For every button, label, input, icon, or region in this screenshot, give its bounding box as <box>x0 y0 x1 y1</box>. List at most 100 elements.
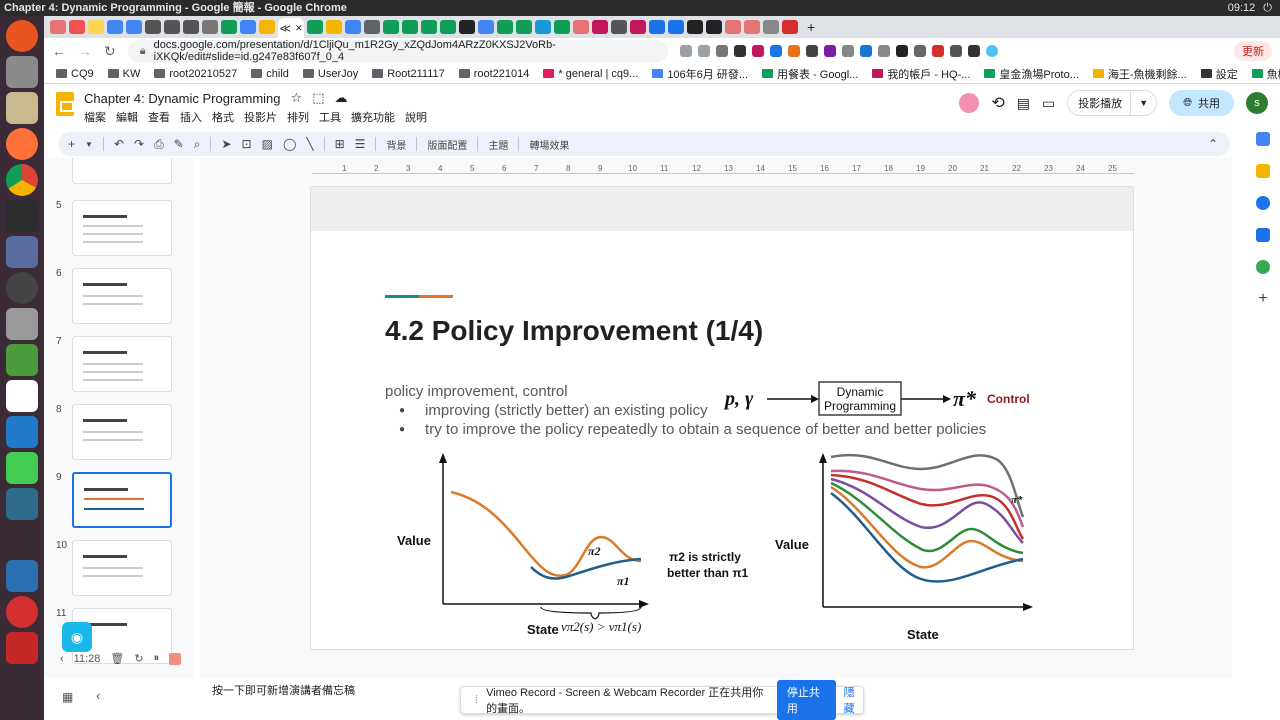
redo-icon[interactable]: ↷ <box>134 137 144 151</box>
extension-icon[interactable] <box>787 45 800 57</box>
bookmark[interactable]: * general | cq9... <box>543 68 638 80</box>
chevron-down-icon[interactable]: ▼ <box>85 140 93 149</box>
slide-thumbnail-row[interactable]: 9 <box>56 472 186 532</box>
bookmark[interactable]: root20210527 <box>154 68 237 80</box>
terminal-icon[interactable] <box>6 200 38 232</box>
tab-favicon[interactable] <box>630 20 646 34</box>
vpn-icon[interactable] <box>6 596 38 628</box>
slide-thumbnail[interactable] <box>72 268 172 324</box>
contacts-icon[interactable] <box>1256 228 1270 242</box>
tab-favicon[interactable] <box>459 20 475 34</box>
bookmark[interactable]: 皇金漁場Proto... <box>984 66 1079 82</box>
tab-favicon[interactable] <box>402 20 418 34</box>
image-icon[interactable]: ▨ <box>262 137 273 151</box>
tasks-icon[interactable] <box>1256 196 1270 210</box>
menu-extensions[interactable]: 擴充功能 <box>351 109 395 125</box>
slide[interactable]: 4.2 Policy Improvement (1/4) policy impr… <box>310 186 1134 650</box>
layout-button[interactable]: 版面配置 <box>427 137 467 152</box>
bookmark[interactable]: CQ9 <box>56 68 94 80</box>
collapse-filmstrip-icon[interactable]: ‹ <box>96 688 100 703</box>
tab-favicon[interactable] <box>88 20 104 34</box>
keep-icon[interactable] <box>1256 164 1270 178</box>
bookmark[interactable]: 海王-魚機剩餘... <box>1092 66 1187 82</box>
comments-icon[interactable]: ▤ <box>1017 95 1030 112</box>
address-bar[interactable]: 🔒︎ docs.google.com/presentation/d/1CljiQ… <box>127 39 668 63</box>
menu-slide[interactable]: 投影片 <box>244 109 277 125</box>
eyes-icon[interactable] <box>6 524 38 556</box>
tab-favicon[interactable] <box>259 20 275 34</box>
slide-thumbnail[interactable] <box>72 540 172 596</box>
slide-thumbnail-row[interactable]: 10 <box>56 540 186 600</box>
chevron-down-icon[interactable]: ▼ <box>1130 91 1156 115</box>
doc-title[interactable]: Chapter 4: Dynamic Programming <box>84 91 281 106</box>
tab-favicon[interactable] <box>69 20 85 34</box>
line-icon[interactable]: ╲ <box>306 137 313 151</box>
extension-icon[interactable] <box>895 45 908 57</box>
tab-favicon[interactable] <box>421 20 437 34</box>
bookmark[interactable]: 106年6月 研發... <box>652 66 748 82</box>
tab-favicon[interactable] <box>744 20 760 34</box>
tab-favicon[interactable] <box>516 20 532 34</box>
forward-icon[interactable]: → <box>78 43 92 59</box>
tab-favicon[interactable] <box>145 20 161 34</box>
transition-button[interactable]: 轉場效果 <box>529 137 569 152</box>
menu-insert[interactable]: 插入 <box>180 109 202 125</box>
extension-icon[interactable] <box>769 45 782 57</box>
bookmark[interactable]: KW <box>107 68 140 80</box>
tab-favicon[interactable] <box>687 20 703 34</box>
paint-format-icon[interactable]: ✎ <box>174 137 184 151</box>
slide-thumbnail-row[interactable]: 7 <box>56 336 186 396</box>
lock-icon[interactable]: 🔒︎ <box>140 45 146 58</box>
slide-thumbnail-row[interactable]: 8 <box>56 404 186 464</box>
tab-favicon[interactable] <box>649 20 665 34</box>
extension-icon[interactable] <box>859 45 872 57</box>
extension-icon[interactable] <box>841 45 854 57</box>
bunny-icon[interactable] <box>959 93 980 113</box>
bookmark[interactable]: root221014 <box>458 68 529 80</box>
tab-favicon[interactable] <box>706 20 722 34</box>
tab-favicon[interactable] <box>497 20 513 34</box>
new-tab-button[interactable]: + <box>807 19 815 35</box>
slide-thumbnail-selected[interactable] <box>72 472 172 528</box>
menu-file[interactable]: 檔案 <box>84 109 106 125</box>
mysql-icon[interactable] <box>6 488 38 520</box>
shape-icon[interactable]: ◯ <box>283 137 296 151</box>
bookmark[interactable]: UserJoy <box>302 68 358 80</box>
tab-favicon[interactable] <box>126 20 142 34</box>
tab-favicon[interactable] <box>326 20 342 34</box>
bookmark-star-icon[interactable] <box>697 45 710 57</box>
pause-icon[interactable]: ⏸︎ <box>154 652 160 665</box>
share-icon[interactable] <box>679 45 692 57</box>
maps-icon[interactable] <box>1256 260 1270 274</box>
bookmark[interactable]: 魚機 <box>1251 66 1280 82</box>
share-button[interactable]: 🌐︎ 共用 <box>1169 90 1234 116</box>
zoom-icon[interactable]: ⌕ <box>194 137 201 152</box>
extension-icon[interactable] <box>805 45 818 57</box>
tab-favicon[interactable] <box>50 20 66 34</box>
menu-tools[interactable]: 工具 <box>319 109 341 125</box>
url-text[interactable]: docs.google.com/presentation/d/1CljiQu_m… <box>154 39 668 63</box>
chevron-left-icon[interactable]: ‹ <box>60 653 64 665</box>
tab-favicon[interactable] <box>478 20 494 34</box>
comment-add-icon[interactable]: ⊞ <box>335 137 345 151</box>
webcam-icon[interactable]: ◉ <box>62 622 92 652</box>
new-slide-icon[interactable]: + <box>68 137 75 151</box>
files-icon[interactable] <box>6 92 38 124</box>
ubuntu-icon[interactable] <box>6 20 38 52</box>
slides-logo-icon[interactable] <box>56 92 74 116</box>
tab-favicon[interactable] <box>782 20 798 34</box>
tab-favicon[interactable] <box>535 20 551 34</box>
profile-icon[interactable] <box>985 45 998 57</box>
sidepanel-icon[interactable] <box>967 45 980 57</box>
slide-thumbnail[interactable] <box>72 158 172 184</box>
tab-favicon[interactable] <box>554 20 570 34</box>
shield-icon[interactable] <box>6 560 38 592</box>
tab-favicon[interactable] <box>307 20 323 34</box>
collapse-icon[interactable]: ⌃ <box>1208 137 1218 151</box>
vscode-icon[interactable] <box>6 416 38 448</box>
stop-sharing-button[interactable]: 停止共用 <box>776 680 836 720</box>
undo-icon[interactable]: ↶ <box>114 137 124 151</box>
menu-edit[interactable]: 編輯 <box>116 109 138 125</box>
tab-favicon[interactable] <box>725 20 741 34</box>
power-icon[interactable]: ⏻ <box>1263 0 1272 16</box>
